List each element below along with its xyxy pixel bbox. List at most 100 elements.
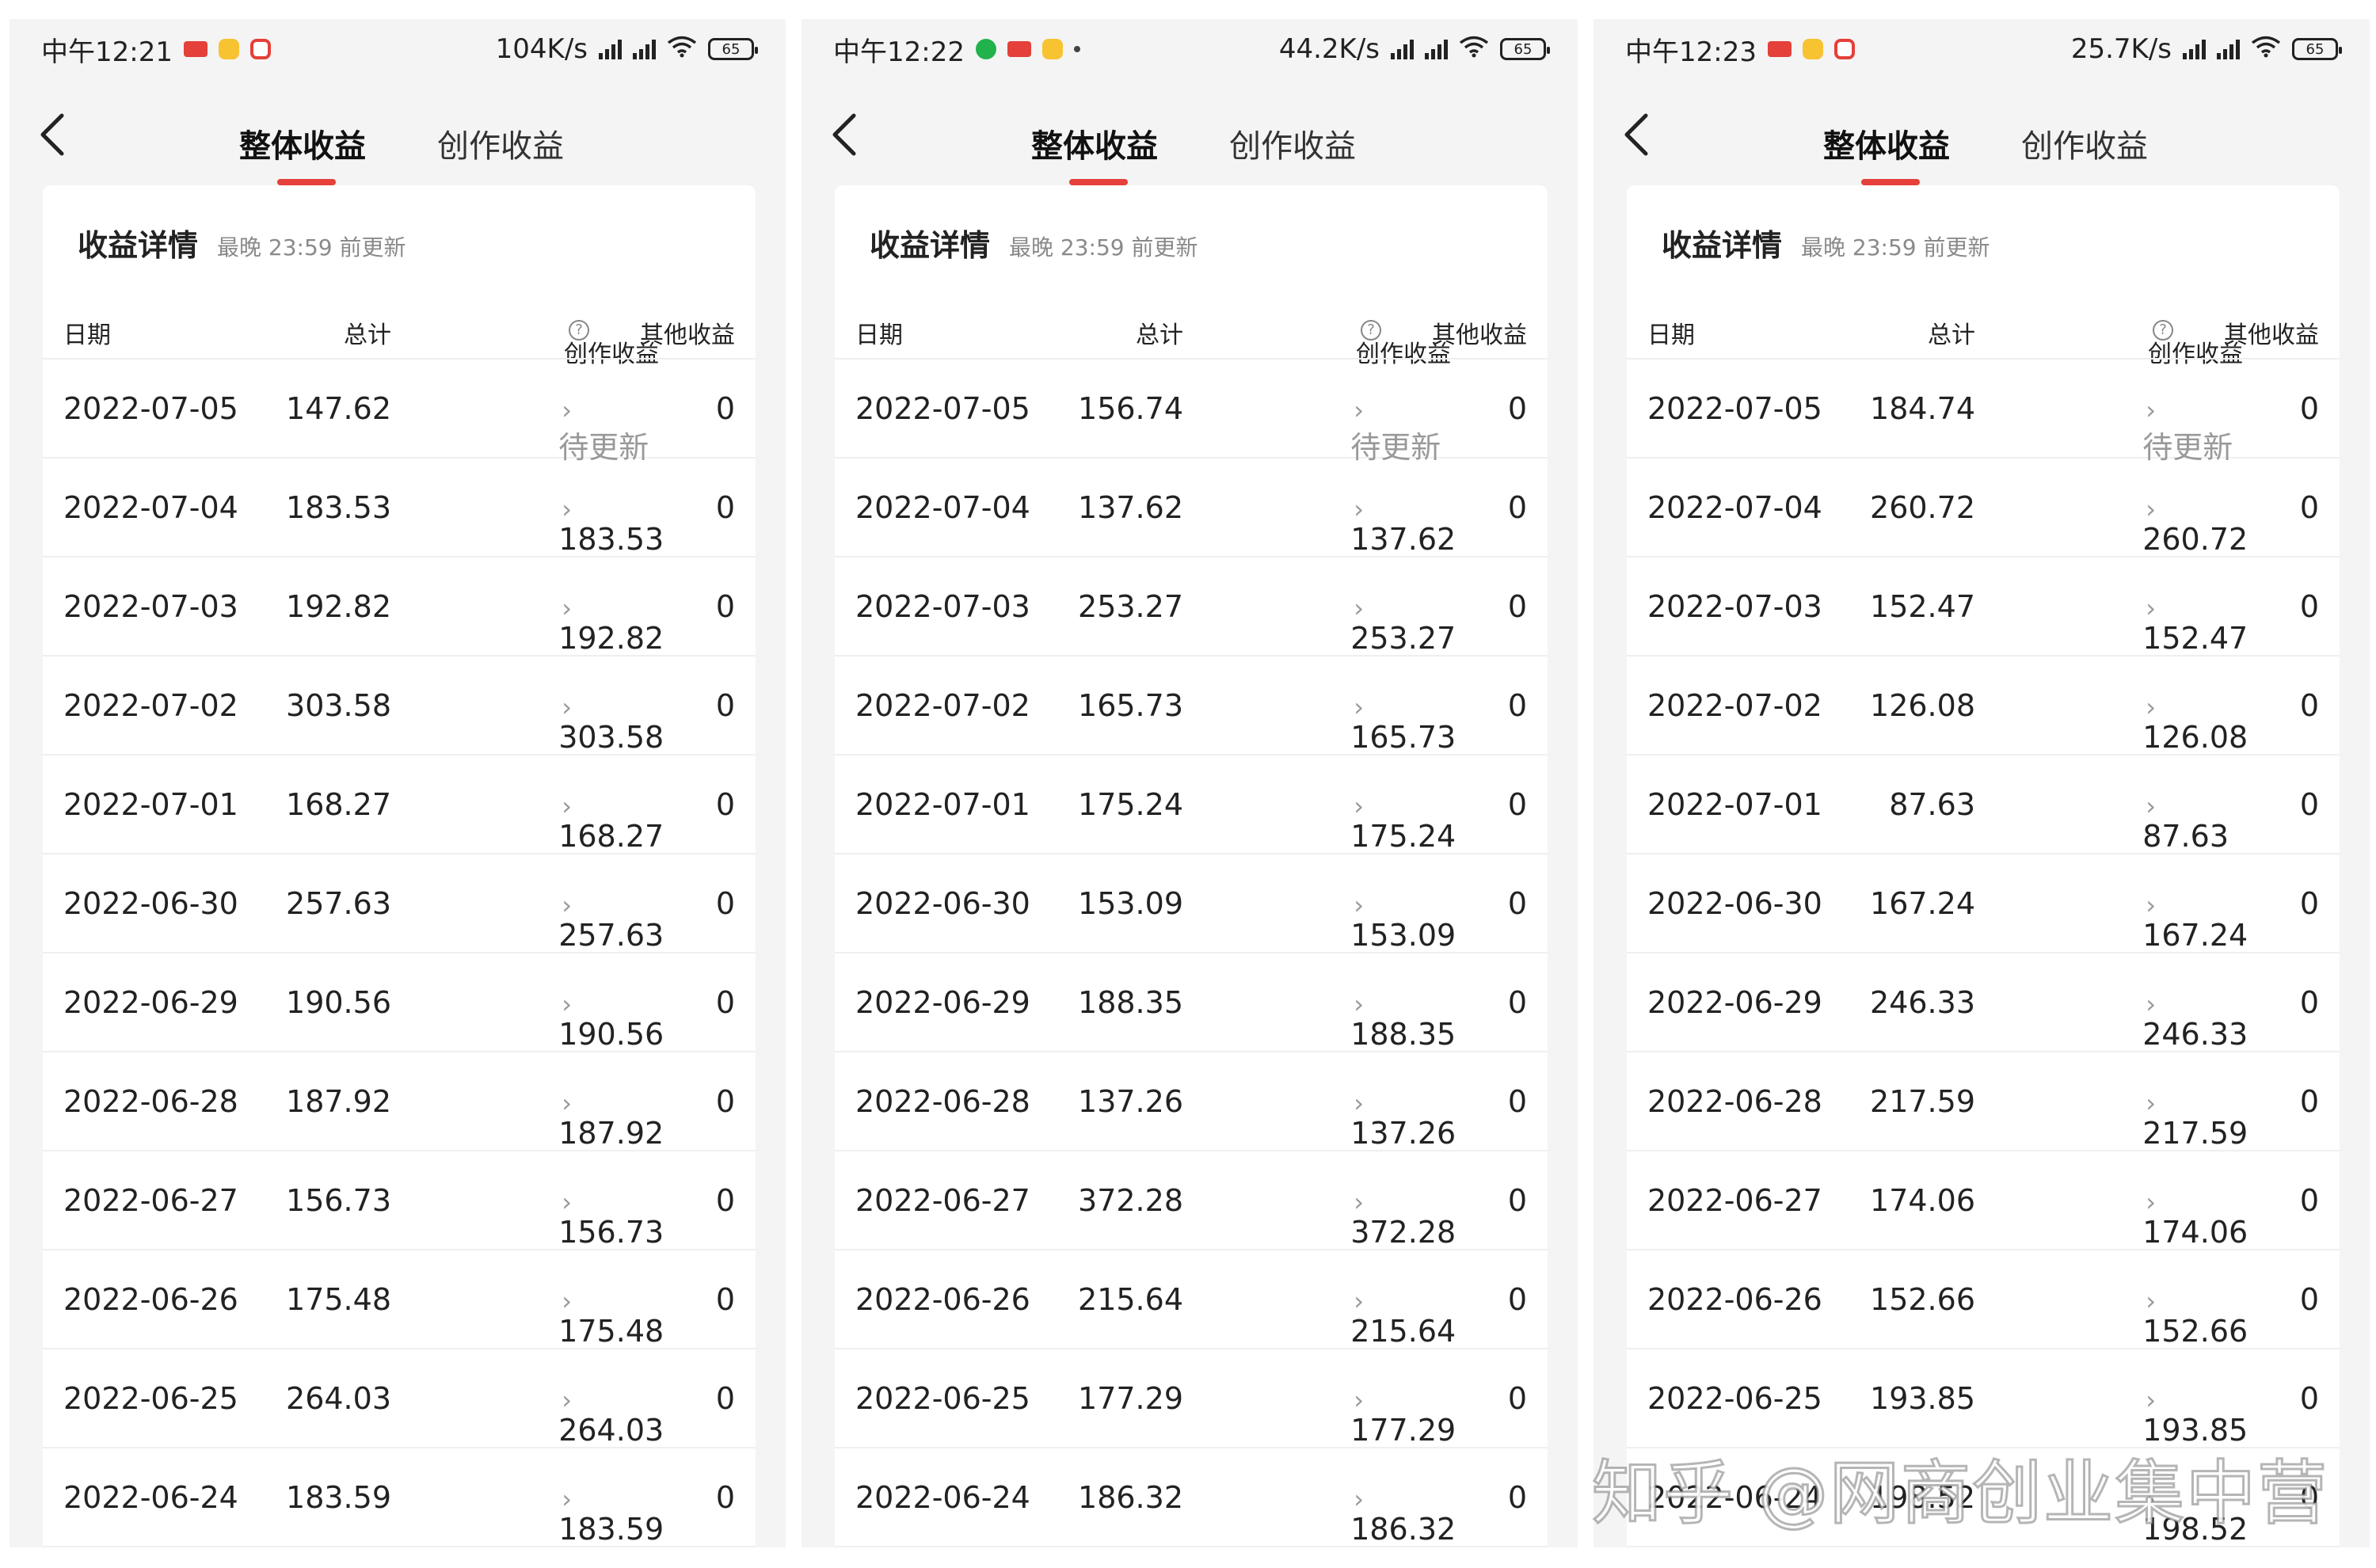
table-row[interactable]: 2022-06-29 188.35 188.35 › 0 (835, 953, 1548, 1052)
row-creation-earnings[interactable]: 253.27 › (1350, 589, 1456, 656)
table-row[interactable]: 2022-07-01 87.63 87.63 › 0 (1627, 755, 2340, 854)
tab-creation-earnings[interactable]: 创作收益 (437, 120, 564, 166)
column-header-creation[interactable]: 创作收益? (564, 315, 659, 368)
row-creation-earnings[interactable]: 183.53 › (558, 490, 664, 557)
row-creation-earnings[interactable]: 167.24 › (2142, 886, 2248, 953)
table-row[interactable]: 2022-06-28 137.26 137.26 › 0 (835, 1052, 1548, 1151)
table-row[interactable]: 2022-07-05 147.62 待更新 › 0 (43, 360, 756, 465)
row-creation-earnings[interactable]: 137.26 › (1350, 1084, 1456, 1151)
table-row[interactable]: 2022-06-30 167.24 167.24 › 0 (1627, 854, 2340, 953)
row-creation-earnings[interactable]: 187.92 › (558, 1084, 664, 1151)
row-creation-earnings[interactable]: 372.28 › (1350, 1183, 1456, 1250)
table-row[interactable]: 2022-06-28 217.59 217.59 › 0 (1627, 1052, 2340, 1151)
row-creation-earnings[interactable]: 152.66 › (2142, 1282, 2248, 1349)
table-row[interactable]: 2022-06-30 257.63 257.63 › 0 (43, 854, 756, 953)
row-creation-earnings[interactable]: 186.32 › (1350, 1480, 1456, 1547)
table-row[interactable]: 2022-06-29 190.56 190.56 › 0 (43, 953, 756, 1052)
row-creation-earnings[interactable]: 待更新 › (1350, 391, 1441, 465)
table-row[interactable]: 2022-07-02 303.58 303.58 › 0 (43, 657, 756, 755)
table-row[interactable]: 2022-07-05 184.74 待更新 › 0 (1627, 360, 2340, 465)
row-creation-earnings[interactable]: 303.58 › (558, 688, 664, 755)
table-row[interactable]: 2022-06-24 183.59 183.59 › 0 (43, 1448, 756, 1547)
row-creation-value: 152.66 (2142, 1314, 2248, 1349)
table-row[interactable]: 2022-06-24 186.32 186.32 › 0 (835, 1448, 1548, 1547)
row-total: 167.24 (1870, 886, 1975, 921)
row-other-earnings: 0 (715, 490, 735, 525)
table-row[interactable]: 2022-06-26 215.64 215.64 › 0 (835, 1250, 1548, 1349)
phone-screen-3: 中午12:23 25.7K/s 65 整体收益 创作收益 收益详情 最晚 23:59 前更新… (1594, 19, 2370, 1547)
column-header-total: 总计 (1136, 322, 1183, 349)
row-creation-earnings[interactable]: 待更新 › (558, 391, 649, 465)
row-creation-earnings[interactable]: 260.72 › (2142, 490, 2248, 557)
row-total: 183.53 (286, 490, 391, 525)
tab-overall-earnings[interactable]: 整体收益 (239, 120, 366, 166)
row-other-earnings: 0 (1507, 1480, 1527, 1515)
row-creation-value: 87.63 (2142, 819, 2229, 854)
row-creation-earnings[interactable]: 87.63 › (2142, 787, 2229, 854)
column-header-creation[interactable]: 创作收益? (2148, 315, 2243, 368)
row-creation-earnings[interactable]: 待更新 › (2142, 391, 2233, 465)
column-header-creation[interactable]: 创作收益? (1356, 315, 1451, 368)
row-creation-earnings[interactable]: 190.56 › (558, 985, 664, 1052)
row-creation-earnings[interactable]: 215.64 › (1350, 1282, 1456, 1349)
table-row[interactable]: 2022-07-03 253.27 253.27 › 0 (835, 558, 1548, 657)
table-row[interactable]: 2022-07-03 192.82 192.82 › 0 (43, 558, 756, 657)
tab-overall-earnings[interactable]: 整体收益 (1031, 120, 1158, 166)
table-row[interactable]: 2022-06-26 152.66 152.66 › 0 (1627, 1250, 2340, 1349)
row-creation-value: 183.59 (558, 1512, 664, 1547)
table-row[interactable]: 2022-07-02 126.08 126.08 › 0 (1627, 657, 2340, 755)
row-creation-earnings[interactable]: 264.03 › (558, 1381, 664, 1448)
row-creation-earnings[interactable]: 175.24 › (1350, 787, 1456, 854)
table-row[interactable]: 2022-07-05 156.74 待更新 › 0 (835, 360, 1548, 465)
table-row[interactable]: 2022-07-01 175.24 175.24 › 0 (835, 755, 1548, 854)
table-row[interactable]: 2022-07-01 168.27 168.27 › 0 (43, 755, 756, 854)
table-row[interactable]: 2022-07-03 152.47 152.47 › 0 (1627, 558, 2340, 657)
table-row[interactable]: 2022-07-04 260.72 260.72 › 0 (1627, 459, 2340, 558)
table-row[interactable]: 2022-06-27 174.06 174.06 › 0 (1627, 1151, 2340, 1250)
row-creation-earnings[interactable]: 175.48 › (558, 1282, 664, 1349)
row-creation-earnings[interactable]: 193.85 › (2142, 1381, 2248, 1448)
chevron-left-icon[interactable] (1619, 111, 1654, 158)
watermark: 知乎 @网商创业集中营 (1591, 1452, 2328, 1536)
table-row[interactable]: 2022-06-25 193.85 193.85 › 0 (1627, 1349, 2340, 1448)
row-other-earnings: 0 (715, 1084, 735, 1119)
table-row[interactable]: 2022-06-26 175.48 175.48 › 0 (43, 1250, 756, 1349)
chevron-left-icon[interactable] (827, 111, 862, 158)
tab-overall-earnings[interactable]: 整体收益 (1823, 120, 1950, 166)
row-creation-earnings[interactable]: 177.29 › (1350, 1381, 1456, 1448)
row-creation-earnings[interactable]: 217.59 › (2142, 1084, 2248, 1151)
row-creation-earnings[interactable]: 168.27 › (558, 787, 664, 854)
row-other-earnings: 0 (1507, 1381, 1527, 1416)
row-creation-earnings[interactable]: 246.33 › (2142, 985, 2248, 1052)
row-date: 2022-07-05 (855, 391, 1030, 426)
earnings-table: 2022-07-05 156.74 待更新 › 0 2022-07-04 137.62 137… (835, 360, 1548, 1547)
row-creation-earnings[interactable]: 192.82 › (558, 589, 664, 656)
row-total: 152.66 (1870, 1282, 1975, 1317)
row-creation-earnings[interactable]: 183.59 › (558, 1480, 664, 1547)
row-creation-value: 177.29 (1350, 1413, 1456, 1448)
table-row[interactable]: 2022-07-04 137.62 137.62 › 0 (835, 459, 1548, 558)
row-creation-earnings[interactable]: 137.62 › (1350, 490, 1456, 557)
table-row[interactable]: 2022-07-02 165.73 165.73 › 0 (835, 657, 1548, 755)
table-row[interactable]: 2022-07-04 183.53 183.53 › 0 (43, 459, 756, 558)
row-creation-earnings[interactable]: 153.09 › (1350, 886, 1456, 953)
row-creation-earnings[interactable]: 152.47 › (2142, 589, 2248, 656)
row-creation-earnings[interactable]: 174.06 › (2142, 1183, 2248, 1250)
earnings-table: 2022-07-05 147.62 待更新 › 0 2022-07-04 183.53 183… (43, 360, 756, 1547)
row-creation-earnings[interactable]: 156.73 › (558, 1183, 664, 1250)
table-row[interactable]: 2022-06-29 246.33 246.33 › 0 (1627, 953, 2340, 1052)
table-row[interactable]: 2022-06-25 264.03 264.03 › 0 (43, 1349, 756, 1448)
table-row[interactable]: 2022-06-30 153.09 153.09 › 0 (835, 854, 1548, 953)
table-row[interactable]: 2022-06-28 187.92 187.92 › 0 (43, 1052, 756, 1151)
row-creation-earnings[interactable]: 257.63 › (558, 886, 664, 953)
table-row[interactable]: 2022-06-25 177.29 177.29 › 0 (835, 1349, 1548, 1448)
table-row[interactable]: 2022-06-27 372.28 372.28 › 0 (835, 1151, 1548, 1250)
row-creation-earnings[interactable]: 165.73 › (1350, 688, 1456, 755)
tab-creation-earnings[interactable]: 创作收益 (1229, 120, 1356, 166)
row-creation-earnings[interactable]: 126.08 › (2142, 688, 2248, 755)
table-row[interactable]: 2022-06-27 156.73 156.73 › 0 (43, 1151, 756, 1250)
row-creation-earnings[interactable]: 188.35 › (1350, 985, 1456, 1052)
column-header-other: 其他收益 (1432, 322, 1527, 349)
chevron-left-icon[interactable] (35, 111, 70, 158)
tab-creation-earnings[interactable]: 创作收益 (2021, 120, 2148, 166)
